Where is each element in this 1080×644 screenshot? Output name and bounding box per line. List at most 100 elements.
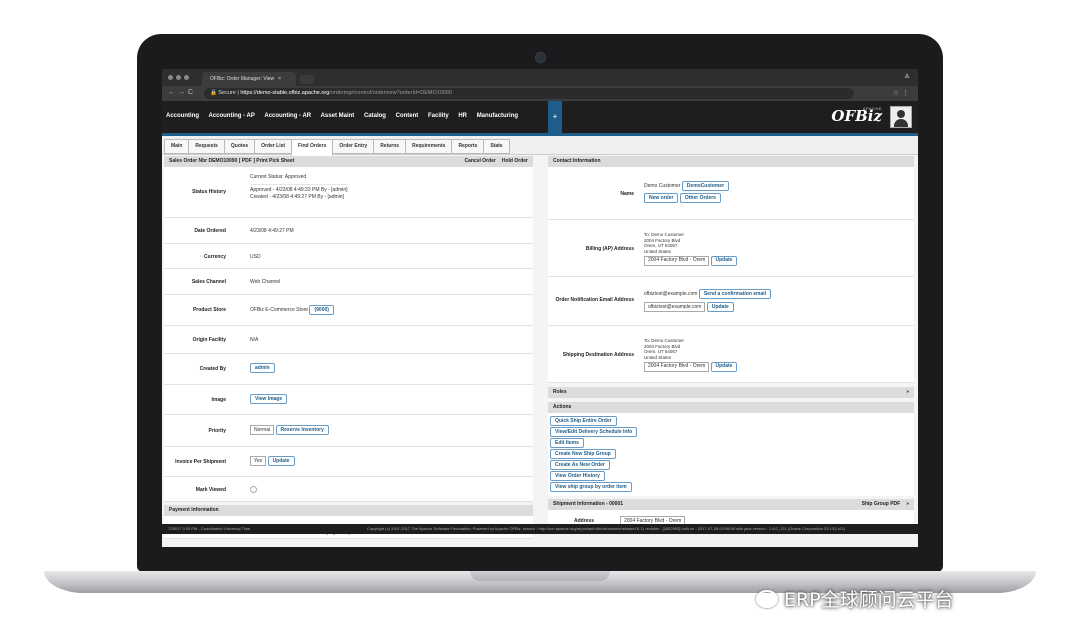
wechat-icon [756, 590, 778, 608]
image-label: Image [211, 397, 226, 403]
ship-group-by-item-button[interactable]: View ship group by order item [550, 482, 632, 492]
send-confirmation-button[interactable]: Send a confirmation email [698, 289, 772, 299]
footer-timestamp: 7/28/17 3:20 PM - Coordinated Universal … [168, 526, 251, 531]
billing-address-select[interactable]: 2004 Factory Blvd - Orem [644, 256, 710, 266]
roles-title: Roles [553, 389, 567, 395]
create-new-order-button[interactable]: Create As New Order [550, 460, 610, 470]
new-order-button[interactable]: New order [644, 193, 679, 203]
tab-title: OFBiz: Order Manager: View [210, 76, 275, 82]
sales-channel-value: Web Channel [250, 279, 281, 285]
order-title: Sales Order Nbr DEMO10090 [ PDF ] Print … [169, 158, 295, 164]
priority-select[interactable]: Normal [250, 425, 275, 435]
nav-facility[interactable]: Facility [428, 113, 449, 119]
laptop-notch [470, 571, 610, 581]
reserve-inventory-button[interactable]: Reserve Inventory [275, 425, 329, 435]
footer-copyright: Copyright (c) 2001-2017 The Apache Softw… [367, 526, 846, 531]
created-by-button[interactable]: admin [250, 363, 275, 373]
mark-viewed-label: Mark Viewed [195, 487, 226, 493]
hold-order-link[interactable]: Hold Order [502, 158, 528, 164]
billing-address-row: Billing (AP) Address To: Demo Customer 2… [548, 220, 914, 277]
sub-navigation: Main Requests Quotes Order List Find Orders O… [162, 136, 918, 156]
invoice-per-shipment-select[interactable]: Yes [250, 456, 267, 466]
origin-facility-row: Origin Facility N/A [164, 326, 533, 354]
roles-header[interactable]: Roles » [548, 387, 914, 398]
name-row: Name Demo Customer DemoCustomer New orde… [548, 167, 914, 220]
shipping-update-button[interactable]: Update [710, 362, 738, 372]
date-ordered-value: 4/23/08 4:49:27 PM [250, 228, 294, 234]
url-field[interactable]: 🔒 Secure | https://demo-stable.ofbiz.apa… [204, 88, 854, 99]
watermark-text: ERP全球顾问云平台 [784, 589, 954, 611]
email-input[interactable]: ofbiztest@example.com [644, 302, 706, 312]
address-bar-row: ←→C 🔒 Secure | https://demo-stable.ofbiz… [162, 86, 918, 101]
shipment-expand-icon[interactable]: » [906, 501, 909, 507]
tab-requests[interactable]: Requests [188, 139, 225, 154]
roles-expand-icon[interactable]: » [906, 387, 909, 398]
nav-accounting[interactable]: Accounting [166, 113, 199, 119]
close-icon[interactable]: × [278, 76, 281, 82]
tab-stats[interactable]: Stats [483, 139, 510, 154]
nav-content[interactable]: Content [396, 113, 419, 119]
cancel-order-link[interactable]: Cancel Order [464, 158, 495, 164]
browser-tabbar: OFBiz: Order Manager: View × ≗ [162, 69, 918, 86]
created-by-row: Created By admin [164, 354, 533, 385]
payment-header: Payment Information [164, 505, 533, 516]
shipment-title: Shipment Information - 00001 [553, 501, 624, 507]
shipping-line3: United States [644, 354, 672, 360]
contact-title: Contact Information [553, 158, 601, 164]
tab-reports[interactable]: Reports [451, 139, 485, 154]
quick-ship-button[interactable]: Quick Ship Entire Order [550, 416, 617, 426]
status-line-approved: Approved - 4/23/08 4:49:33 PM By - [admi… [250, 184, 348, 193]
tab-find-orders[interactable]: Find Orders [291, 139, 334, 156]
nav-asset-maint[interactable]: Asset Maint [321, 113, 355, 119]
delivery-schedule-button[interactable]: View/Edit Delivery Schedule Info [550, 427, 638, 437]
tab-order-list[interactable]: Order List [254, 139, 293, 154]
view-image-button[interactable]: View Image [250, 394, 288, 404]
new-tab-button[interactable] [300, 75, 314, 84]
more-apps-button[interactable]: + [548, 101, 562, 133]
shipping-address-label: Shipping Destination Address [562, 352, 634, 358]
billing-line3: United States [644, 248, 672, 254]
billing-update-button[interactable]: Update [710, 256, 738, 266]
product-store-row: Product Store OFBiz E-Commerce Store (90… [164, 295, 533, 326]
sales-channel-label: Sales Channel [191, 279, 226, 285]
star-icon[interactable]: ☆⋮ [893, 89, 912, 97]
customer-name: Demo Customer [644, 183, 681, 189]
lock-icon: 🔒 [210, 90, 217, 96]
browser-tab[interactable]: OFBiz: Order Manager: View × [202, 72, 296, 86]
tab-returns[interactable]: Returns [373, 139, 407, 154]
secure-label: Secure [218, 90, 236, 96]
tab-main[interactable]: Main [164, 139, 190, 154]
currency-row: Currency USD [164, 244, 533, 269]
tab-quotes[interactable]: Quotes [223, 139, 256, 154]
product-store-button[interactable]: (9000) [309, 305, 334, 315]
priority-row: Priority Normal Reserve Inventory [164, 415, 533, 447]
nav-accounting-ap[interactable]: Accounting - AP [208, 113, 254, 119]
shipping-address-select[interactable]: 2004 Factory Blvd - Orem [644, 362, 710, 372]
customer-id-button[interactable]: DemoCustomer [681, 181, 730, 191]
status-line-created: Created - 4/23/08 4:49:27 PM By - [admin… [250, 194, 344, 200]
nav-manufacturing[interactable]: Manufacturing [477, 113, 518, 119]
date-ordered-label: Date Ordered [194, 228, 226, 234]
create-ship-group-button[interactable]: Create New Ship Group [550, 449, 616, 459]
order-header: Sales Order Nbr DEMO10090 [ PDF ] Print … [164, 156, 533, 167]
edit-items-button[interactable]: Edit Items [550, 438, 584, 448]
actions-header: Actions [548, 402, 914, 413]
app-nav: Accounting Accounting - AP Accounting - … [166, 113, 526, 119]
avatar[interactable] [890, 106, 912, 128]
other-orders-button[interactable]: Other Orders [679, 193, 721, 203]
ship-group-pdf-link[interactable]: Ship Group PDF [862, 501, 901, 507]
invoice-update-button[interactable]: Update [267, 456, 295, 466]
nav-hr[interactable]: HR [458, 113, 467, 119]
tab-requirements[interactable]: Requirements [405, 139, 453, 154]
profile-icon[interactable]: ≗ [904, 73, 910, 81]
email-update-button[interactable]: Update [706, 302, 734, 312]
window-controls[interactable] [168, 75, 192, 82]
actions-list: Quick Ship Entire Order View/Edit Delive… [548, 413, 914, 496]
nav-accounting-ar[interactable]: Accounting - AR [264, 113, 311, 119]
nav-catalog[interactable]: Catalog [364, 113, 386, 119]
mark-viewed-checkbox[interactable] [250, 486, 257, 493]
nav-icons[interactable]: ←→C [168, 89, 196, 96]
mark-viewed-row: Mark Viewed [164, 477, 533, 502]
tab-order-entry[interactable]: Order Entry [332, 139, 375, 154]
order-history-button[interactable]: View Order History [550, 471, 605, 481]
